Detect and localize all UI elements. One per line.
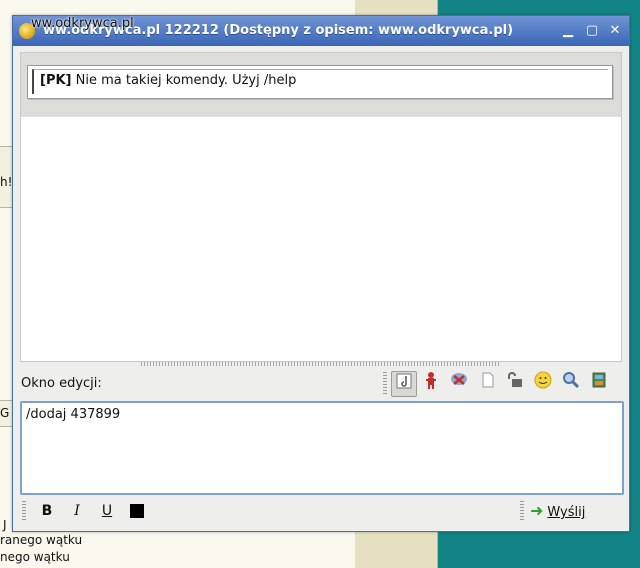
chat-display[interactable]: [PK] Nie ma takiej komendy. Użyj /help	[20, 52, 622, 362]
toolbar-grip[interactable]	[383, 372, 387, 394]
color-swatch-icon	[130, 504, 144, 518]
send-label: Wyślij	[547, 505, 586, 520]
message-input[interactable]: /dodaj 437899	[20, 401, 624, 495]
minimize-icon[interactable]: ▁	[560, 23, 576, 39]
format-toolbar: B I U ➜ Wyślij	[20, 498, 620, 524]
window-titlebar[interactable]: ww.odkrywca.pl 122212 (Dostępny z opisem…	[13, 16, 629, 46]
paper-icon[interactable]	[475, 371, 499, 395]
edit-label: Okno edycji:	[21, 376, 102, 391]
send-button[interactable]: ➜ Wyślij	[530, 500, 612, 522]
unlock-icon[interactable]	[503, 371, 527, 395]
underline-button[interactable]: U	[96, 501, 118, 521]
search-icon[interactable]	[559, 371, 583, 395]
maximize-icon[interactable]: ▢	[584, 23, 600, 39]
format-toolbar-grip[interactable]	[22, 501, 26, 521]
italic-button[interactable]: I	[66, 501, 88, 521]
message-sender: [PK]	[40, 73, 72, 88]
chat-window: ww.odkrywca.pl 122212 (Dostępny z opisem…	[12, 15, 630, 532]
pane-splitter[interactable]	[141, 362, 501, 366]
text-color-button[interactable]	[126, 501, 148, 521]
background-text: J	[3, 518, 7, 532]
message-strip: [PK] Nie ma takiej komendy. Użyj /help	[21, 53, 621, 117]
watermark: ww.odkrywca.pl	[31, 16, 134, 31]
history-icon[interactable]	[587, 371, 611, 395]
person-icon[interactable]	[419, 371, 443, 395]
close-icon[interactable]: ✕	[607, 23, 623, 39]
block-icon[interactable]	[447, 371, 471, 395]
emoticon-icon[interactable]	[531, 371, 555, 395]
insert-image-icon[interactable]	[391, 371, 417, 397]
message-bubble: [PK] Nie ma takiej komendy. Użyj /help	[27, 65, 613, 99]
arrow-right-icon: ➜	[530, 501, 544, 520]
send-toolbar-grip[interactable]	[520, 501, 524, 521]
background-text: h!	[0, 175, 13, 189]
background-text: nego wątku	[0, 550, 70, 564]
background-text: G	[0, 406, 10, 420]
bold-button[interactable]: B	[36, 501, 58, 521]
chat-toolbar	[383, 368, 621, 398]
message-content: [PK] Nie ma takiej komendy. Użyj /help	[32, 69, 608, 94]
message-text: Nie ma takiej komendy. Użyj /help	[75, 73, 297, 88]
message-input-text[interactable]: /dodaj 437899	[26, 407, 120, 422]
background-text: ranego wątku	[0, 533, 83, 547]
